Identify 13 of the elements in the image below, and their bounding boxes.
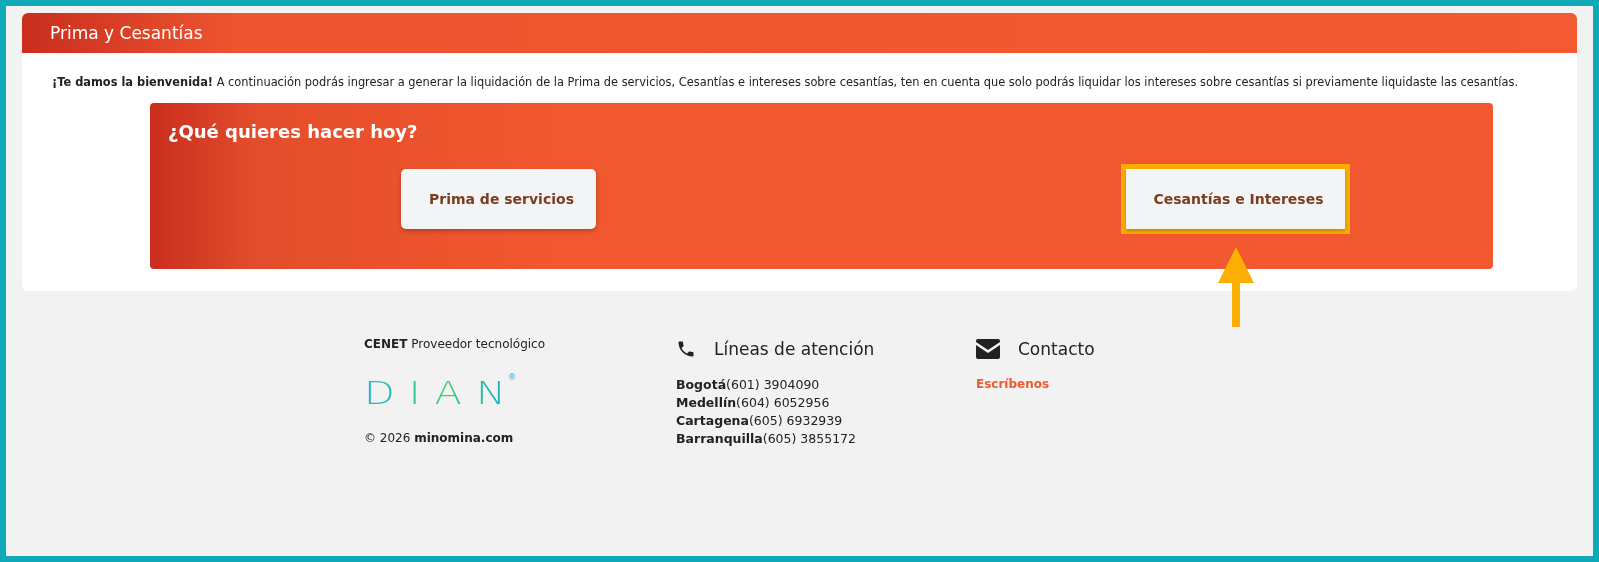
provider-text: CENET Proveedor tecnológico (364, 337, 547, 351)
welcome-text: ¡Te damos la bienvenida! A continuación podrás ingresar a generar la liquidación de la Prima de servicios, Cesantías e intereses sobre cesantías, ten en cuenta que solo podrás liquidar los intereses sobre cesantías si previamente liquidaste las cesantías. (52, 75, 1519, 89)
copyright-text: © 2026 minomina.com (364, 431, 515, 445)
phone-line: Barranquilla(605) 3855172 (676, 431, 858, 446)
panel-heading: ¿Qué quieres hacer hoy? (168, 121, 418, 142)
phone-line: Cartagena(605) 6932939 (676, 413, 844, 428)
contact-title: Contacto (1018, 339, 1095, 359)
phone-line: Bogotá(601) 3904090 (676, 377, 821, 392)
option-button[interactable]: Cesantías e Intereses (1125, 169, 1346, 229)
option-button[interactable]: Prima de servicios (401, 169, 596, 229)
card-title: Prima y Cesantías (50, 23, 203, 43)
phones-title: Líneas de atención (714, 339, 875, 359)
phone-line: Medellín(604) 6052956 (676, 395, 831, 410)
